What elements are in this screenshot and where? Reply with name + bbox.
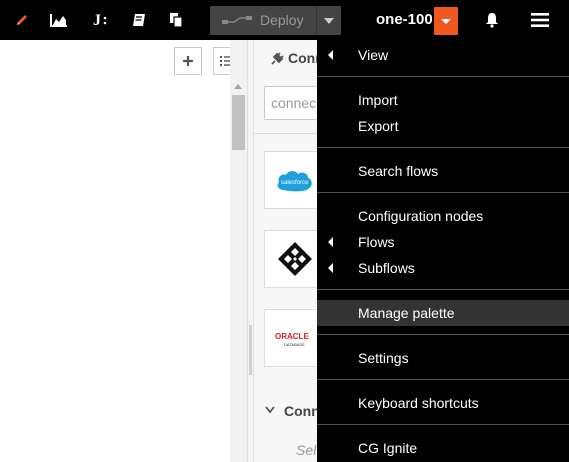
- menu-item-label: Settings: [358, 350, 409, 366]
- menu-item-search-flows[interactable]: Search flows: [317, 158, 569, 184]
- hamburger-menu-icon[interactable]: [526, 0, 554, 40]
- menu-item-label: Keyboard shortcuts: [358, 395, 479, 411]
- oracle-logo-subtext: DATABASE: [284, 342, 305, 347]
- connector-card-salesforce[interactable]: salesforce: [264, 151, 324, 209]
- resize-grip[interactable]: [249, 325, 252, 375]
- menu-item-export[interactable]: Export: [317, 113, 569, 139]
- menu-item-import[interactable]: Import: [317, 87, 569, 113]
- divider-line: [254, 133, 317, 134]
- menu-separator: [317, 379, 569, 380]
- caret-down-icon: [441, 19, 451, 24]
- menu-item-cg-ignite[interactable]: CG Ignite: [317, 435, 569, 461]
- connector-card-lattice[interactable]: [264, 230, 324, 288]
- menu-separator: [317, 192, 569, 193]
- menu-item-label: View: [358, 47, 389, 63]
- oracle-logo-icon: ORACLE DATABASE: [275, 332, 309, 347]
- menu-item-keyboard-shortcuts[interactable]: Keyboard shortcuts: [317, 390, 569, 416]
- copy-icon[interactable]: [162, 0, 190, 40]
- menu-separator: [317, 289, 569, 290]
- menu-item-flows[interactable]: Flows: [317, 229, 569, 255]
- project-name[interactable]: one-100: [376, 0, 433, 40]
- deploy-separator: [316, 6, 317, 35]
- menu-item-label: Manage palette: [358, 305, 455, 321]
- menu-separator: [317, 424, 569, 425]
- menu-separator: [317, 334, 569, 335]
- menu-item-settings[interactable]: Settings: [317, 345, 569, 371]
- deploy-options-caret-icon[interactable]: [324, 18, 334, 24]
- workspace-canvas[interactable]: [0, 40, 230, 462]
- submenu-arrow-icon: [328, 237, 333, 247]
- submenu-arrow-icon: [328, 50, 333, 60]
- main-menu-dropdown: View Import Export Search flows Configur…: [317, 40, 569, 462]
- oracle-logo-text: ORACLE: [275, 332, 309, 341]
- menu-item-label: Configuration nodes: [358, 208, 484, 224]
- menu-item-subflows[interactable]: Subflows: [317, 255, 569, 281]
- svg-text:J: J: [93, 12, 101, 29]
- menu-item-label: Search flows: [358, 163, 439, 179]
- menu-item-view[interactable]: View: [317, 42, 569, 68]
- salesforce-logo-text: salesforce: [281, 180, 309, 186]
- scroll-up-arrow-icon[interactable]: [234, 84, 242, 89]
- section-hint: Sel: [296, 442, 317, 458]
- book-icon[interactable]: [125, 0, 153, 40]
- menu-item-label: CG Ignite: [358, 440, 418, 456]
- lattice-logo-icon: [278, 242, 312, 276]
- jupyter-icon[interactable]: J: [86, 0, 114, 40]
- deploy-button[interactable]: Deploy: [210, 6, 341, 35]
- deploy-flow-icon: [222, 16, 252, 24]
- plus-icon: [183, 56, 193, 66]
- canvas-scrollbar[interactable]: [230, 40, 247, 462]
- connections-section-title[interactable]: Conn: [284, 403, 320, 419]
- edit-pencil-icon[interactable]: [8, 0, 36, 40]
- add-flow-button[interactable]: [174, 47, 202, 75]
- menu-item-label: Subflows: [358, 260, 415, 276]
- connector-card-oracle[interactable]: ORACLE DATABASE: [264, 309, 324, 367]
- chevron-down-icon[interactable]: [265, 406, 275, 414]
- salesforce-logo-icon: salesforce: [277, 171, 312, 192]
- top-toolbar: J Deploy one-100: [0, 0, 569, 40]
- menu-item-label: Export: [358, 118, 399, 134]
- menu-separator: [317, 147, 569, 148]
- menu-item-manage-palette[interactable]: Manage palette: [317, 300, 569, 326]
- menu-item-label: Import: [358, 92, 398, 108]
- menu-item-label: Flows: [358, 234, 395, 250]
- menu-item-configuration-nodes[interactable]: Configuration nodes: [317, 203, 569, 229]
- menu-separator: [317, 76, 569, 77]
- project-dropdown-button[interactable]: [434, 7, 458, 35]
- panel-resize-handle[interactable]: [247, 40, 254, 462]
- search-placeholder: connec: [271, 95, 317, 111]
- scrollbar-thumb[interactable]: [232, 95, 245, 150]
- plug-icon: [271, 52, 284, 65]
- dashboard-chart-icon[interactable]: [45, 0, 73, 40]
- submenu-arrow-icon: [328, 263, 333, 273]
- deploy-label: Deploy: [260, 12, 304, 28]
- bell-icon[interactable]: [478, 0, 506, 40]
